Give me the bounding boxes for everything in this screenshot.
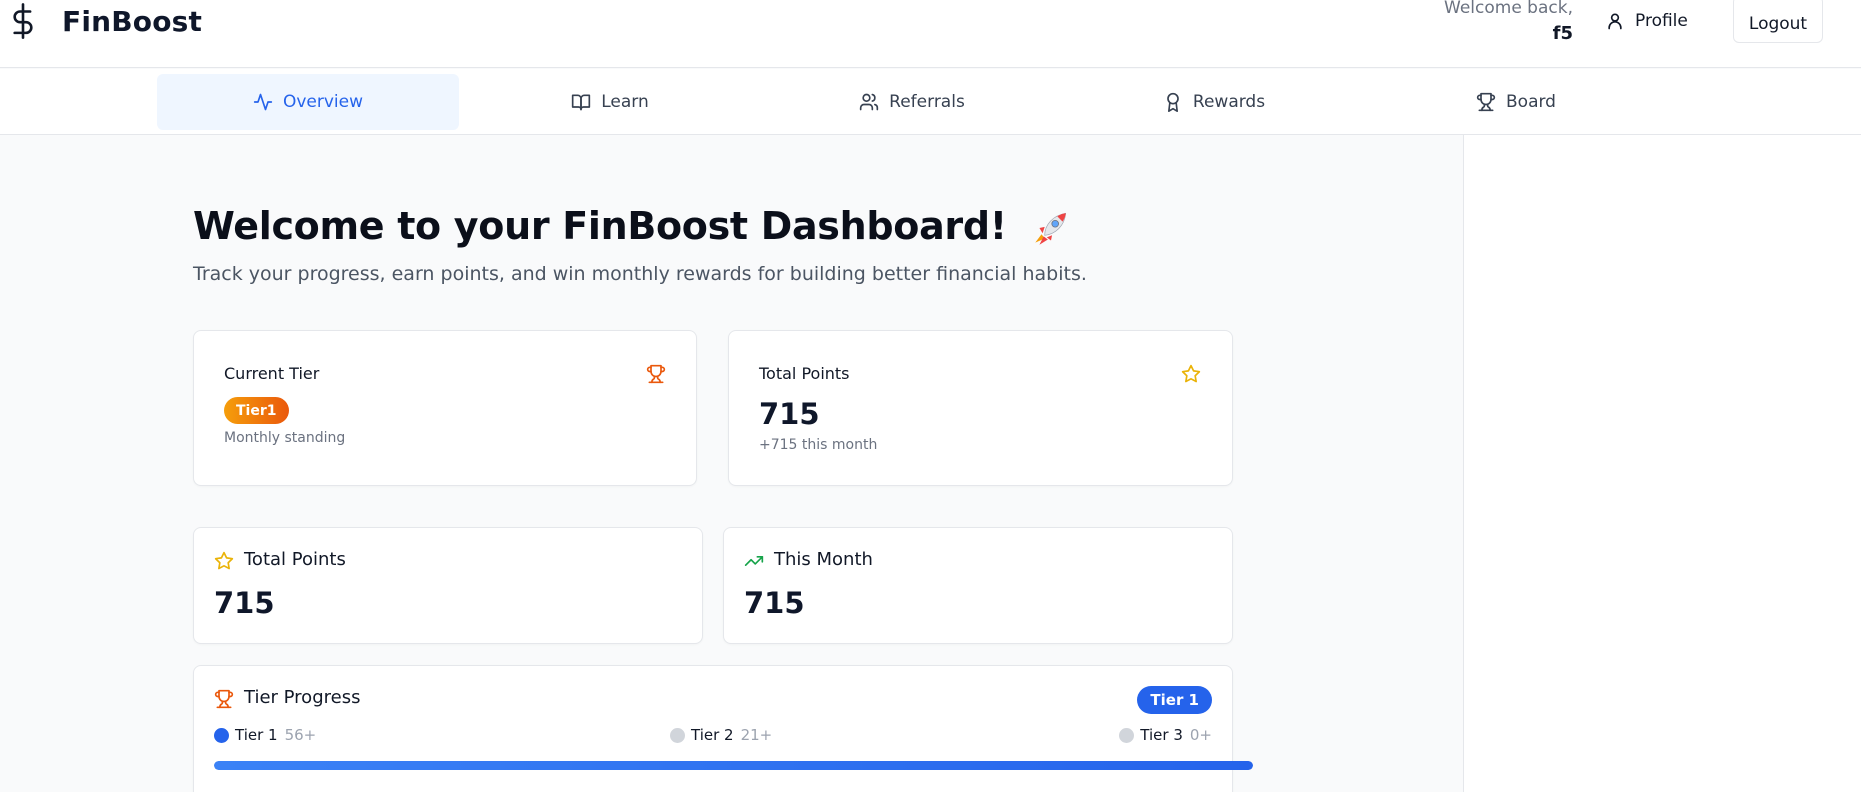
tab-rewards[interactable]: Rewards (1063, 74, 1365, 130)
current-tier-title: Current Tier (224, 364, 320, 383)
tier-name: Tier 3 (1140, 726, 1183, 744)
tab-overview[interactable]: Overview (157, 74, 459, 130)
stat-label: This Month (774, 549, 873, 570)
top-header: FinBoost Welcome back, f5 Profile Logout (0, 0, 1861, 68)
trophy-icon (214, 689, 234, 709)
stat-value: 715 (214, 586, 275, 620)
tier-requirement: 21+ (740, 726, 773, 744)
tier-name: Tier 2 (691, 726, 734, 744)
tier-dot (1119, 727, 1135, 743)
current-tier-caption: Monthly standing (224, 430, 346, 446)
tab-label: Referrals (889, 92, 965, 112)
total-points-card: Total Points 715 +715 this month (728, 330, 1233, 486)
profile-label: Profile (1635, 11, 1688, 31)
trending-up-icon (744, 556, 764, 566)
tab-learn[interactable]: Learn (459, 74, 761, 130)
tier-marker-3: Tier 3 0+ (1119, 726, 1212, 744)
tier-marker-1: Tier 1 56+ (214, 726, 316, 744)
tab-label: Board (1506, 92, 1556, 112)
trophy-icon (646, 364, 666, 384)
brand[interactable]: FinBoost (8, 2, 202, 40)
rocket-icon (1034, 212, 1066, 245)
tier-requirement: 56+ (284, 726, 317, 744)
tab-label: Rewards (1192, 92, 1266, 112)
current-tier-card: Current Tier Tier1 Monthly standing (193, 330, 697, 486)
current-tier-pill: Tier 1 (1137, 686, 1212, 714)
logout-button[interactable]: Logout (1733, 0, 1823, 43)
book-open-icon (572, 94, 591, 111)
page-title: Welcome to your FinBoost Dashboard! (193, 204, 1072, 250)
tier-name: Tier 1 (235, 726, 278, 744)
tier-progress-card: Tier Progress Tier 1 Tier 1 56+ Tier 2 2… (193, 665, 1253, 792)
stat-this-month: This Month 715 (723, 527, 1233, 644)
user-icon (1608, 13, 1622, 30)
star-icon (1181, 364, 1201, 383)
tier-marker-2: Tier 2 21+ (670, 726, 772, 744)
stat-total-points: Total Points 715 (193, 527, 703, 644)
username: f5 (1552, 23, 1573, 44)
total-points-value: 715 (759, 397, 820, 431)
star-icon (214, 551, 234, 570)
welcome-line: Welcome back, (1444, 0, 1573, 18)
tab-referrals[interactable]: Referrals (761, 74, 1063, 130)
tab-label: Overview (282, 92, 364, 112)
side-panel (1463, 135, 1861, 792)
stat-value: 715 (744, 586, 805, 620)
tier-progress-bar (214, 761, 1253, 770)
total-points-caption: +715 this month (759, 437, 878, 453)
page-subtitle: Track your progress, earn points, and wi… (193, 263, 1087, 285)
welcome-message: Welcome back, f5 (1444, 0, 1573, 46)
tier-dot (670, 727, 685, 743)
tier-progress-fill (214, 761, 1253, 770)
tier-progress-title: Tier Progress (244, 687, 361, 708)
total-points-title: Total Points (759, 364, 850, 383)
tab-label: Learn (601, 92, 649, 112)
tier-requirement: 0+ (1189, 726, 1212, 744)
tab-bar: Overview Learn Referrals Rewards Board (0, 69, 1861, 135)
brand-name: FinBoost (62, 4, 203, 38)
stat-label: Total Points (244, 549, 346, 570)
activity-icon (253, 93, 273, 111)
tab-board[interactable]: Board (1365, 74, 1667, 130)
page-title-text: Welcome to your FinBoost Dashboard! (193, 204, 1007, 248)
award-icon (1167, 92, 1179, 112)
users-icon (860, 93, 879, 111)
trophy-icon (1476, 92, 1496, 112)
tier-badge: Tier1 (224, 397, 289, 424)
tier-dot (214, 727, 229, 743)
dollar-sign-icon (13, 3, 33, 39)
profile-button[interactable]: Profile (1605, 4, 1688, 38)
